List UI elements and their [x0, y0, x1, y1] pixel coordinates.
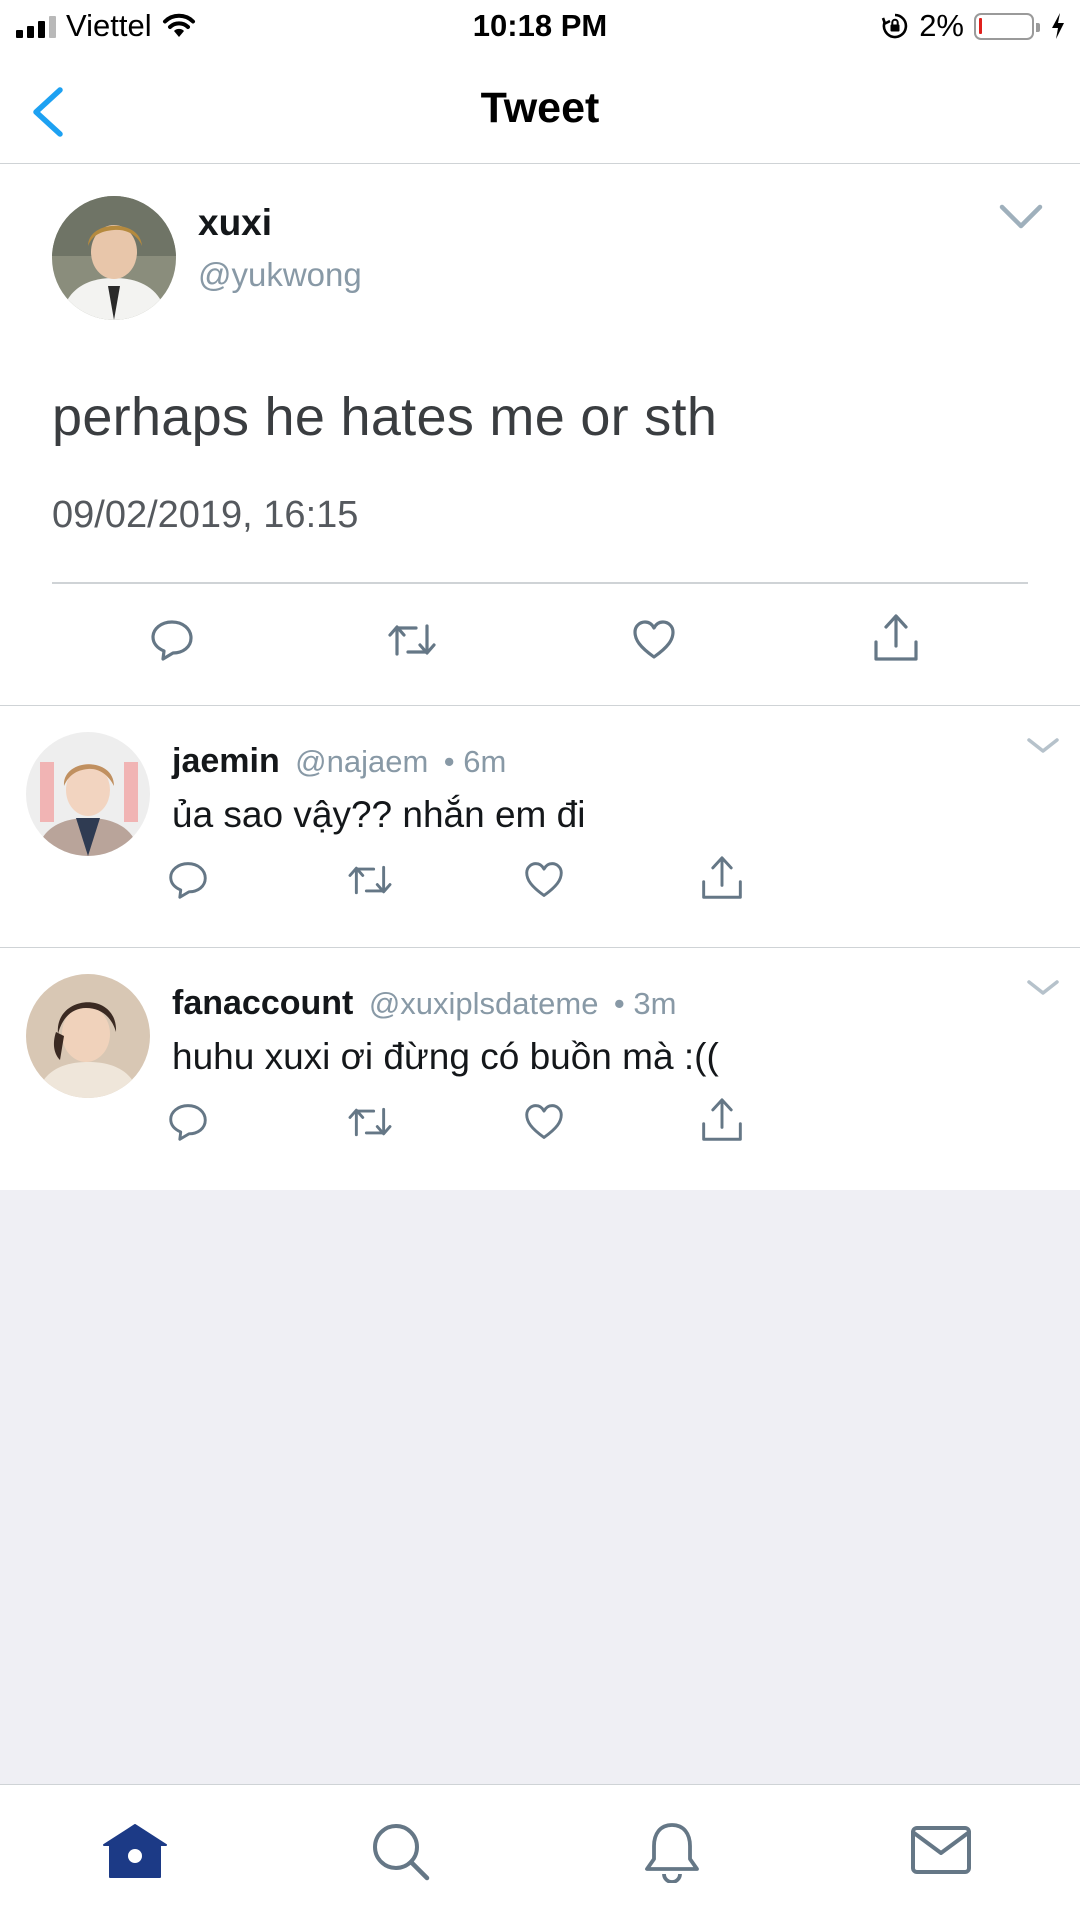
content-area: Viettel 10:18 PM 2% Tweet xuxi @yukwong …	[0, 0, 1080, 1190]
tab-bar	[0, 1784, 1080, 1920]
nav-bar: Tweet	[0, 56, 1080, 164]
avatar[interactable]	[26, 974, 150, 1098]
bell-icon[interactable]	[642, 1819, 702, 1883]
author-name[interactable]: fanaccount	[172, 984, 353, 1022]
status-bar: Viettel 10:18 PM 2%	[0, 0, 1080, 56]
battery-icon	[974, 12, 1040, 40]
reply-header: fanaccount @xuxiplsdateme • 3m	[172, 984, 676, 1023]
reply-icon[interactable]	[168, 1102, 208, 1142]
mail-icon[interactable]	[910, 1825, 972, 1875]
home-icon[interactable]	[102, 1821, 168, 1881]
chevron-down-icon[interactable]	[998, 202, 1044, 232]
author-name[interactable]: xuxi	[198, 202, 272, 244]
rotation-lock-icon	[881, 13, 908, 39]
retweet-icon[interactable]	[346, 860, 394, 900]
heart-icon[interactable]	[632, 618, 676, 662]
battery-percent: 2%	[919, 8, 964, 43]
author-handle[interactable]: @najaem	[295, 744, 428, 779]
main-tweet: xuxi @yukwong perhaps he hates me or sth…	[0, 164, 1080, 706]
retweet-icon[interactable]	[346, 1102, 394, 1142]
avatar[interactable]	[52, 196, 176, 320]
tweet-timestamp: 09/02/2019, 16:15	[52, 494, 359, 536]
tweet-actions	[0, 612, 1080, 672]
author-handle[interactable]: @yukwong	[198, 256, 362, 294]
reply-age: • 6m	[443, 744, 507, 779]
chevron-down-icon[interactable]	[1026, 736, 1060, 756]
heart-icon[interactable]	[524, 1102, 564, 1142]
heart-icon[interactable]	[524, 860, 564, 900]
divider	[52, 582, 1028, 584]
reply-tweet[interactable]: fanaccount @xuxiplsdateme • 3m huhu xuxi…	[0, 948, 1080, 1190]
avatar[interactable]	[26, 732, 150, 856]
reply-icon[interactable]	[168, 860, 208, 900]
reply-text: ủa sao vậy?? nhắn em đi	[172, 794, 586, 835]
share-icon[interactable]	[700, 1096, 744, 1144]
search-icon[interactable]	[370, 1821, 432, 1883]
reply-header: jaemin @najaem • 6m	[172, 742, 506, 781]
reply-tweet[interactable]: jaemin @najaem • 6m ủa sao vậy?? nhắn em…	[0, 706, 1080, 948]
charging-bolt-icon	[1052, 13, 1064, 39]
reply-icon[interactable]	[150, 618, 194, 662]
author-name[interactable]: jaemin	[172, 742, 280, 780]
page-title: Tweet	[480, 84, 600, 132]
retweet-icon[interactable]	[386, 618, 438, 662]
tweet-text: perhaps he hates me or sth	[52, 387, 718, 447]
author-handle[interactable]: @xuxiplsdateme	[369, 986, 599, 1021]
reply-text: huhu xuxi ơi đừng có buồn mà :((	[172, 1036, 719, 1077]
status-right: 2%	[881, 8, 1066, 44]
share-icon[interactable]	[700, 854, 744, 902]
share-icon[interactable]	[872, 612, 920, 664]
app-screen: Viettel 10:18 PM 2% Tweet xuxi @yukwong …	[0, 0, 1080, 1920]
chevron-down-icon[interactable]	[1026, 978, 1060, 998]
reply-age: • 3m	[613, 986, 677, 1021]
